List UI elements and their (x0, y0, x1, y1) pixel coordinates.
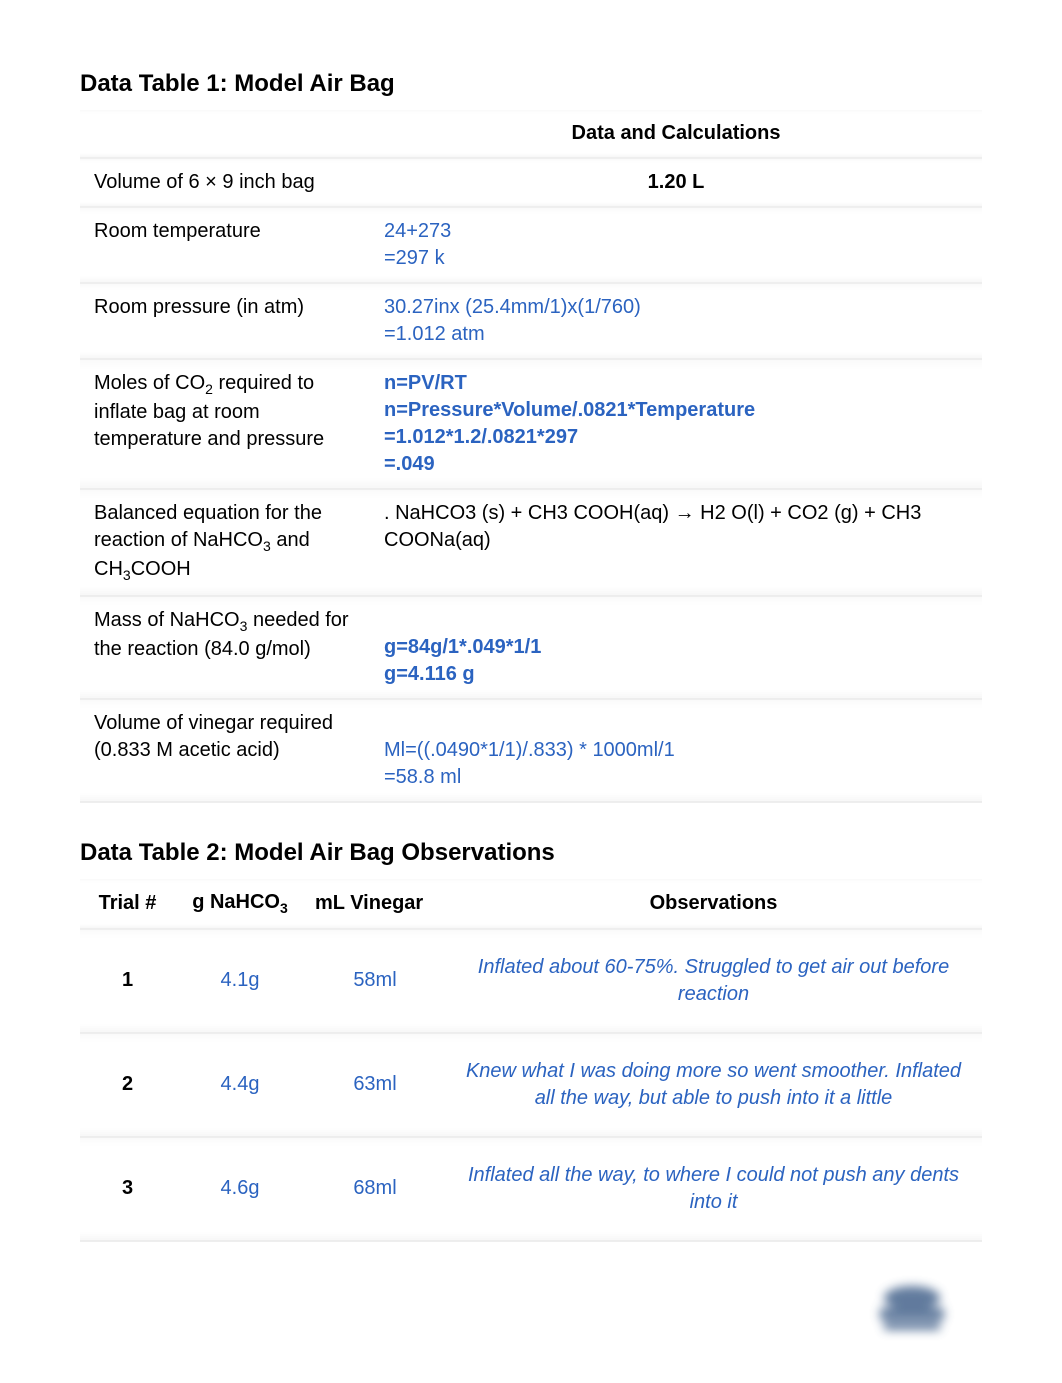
t2-r2-trial: 3 (80, 1138, 175, 1242)
t2-r2-ml: 68ml (305, 1138, 445, 1242)
t2-r0-ml: 58ml (305, 930, 445, 1034)
t1-r7-label: Volume of vinegar required (0.833 M acet… (80, 700, 370, 803)
footer-logo-icon (862, 1278, 962, 1338)
t1-r2-label: Room temperature (80, 208, 370, 284)
t1-r2-value: 24+273 =297 k (370, 208, 982, 284)
t1-r3-label: Room pressure (in atm) (80, 284, 370, 360)
footer-logo-wrap (80, 1278, 982, 1343)
t1-r7-value: Ml=((.0490*1/1)/.833) * 1000ml/1 =58.8 m… (370, 700, 982, 803)
table2-title: Data Table 2: Model Air Bag Observations (80, 839, 982, 867)
t1-r6-value: g=84g/1*.049*1/1 g=4.116 g (370, 597, 982, 700)
t1-r5-label-c: COOH (131, 558, 191, 580)
t1-r4-value: n=PV/RT n=Pressure*Volume/.0821*Temperat… (370, 360, 982, 490)
t1-r3-line2: =1.012 atm (384, 323, 485, 345)
t1-r2-line2: =297 k (384, 247, 445, 269)
t2-r0-obs: Inflated about 60-75%. Struggled to get … (445, 930, 982, 1034)
t2-r0-trial: 1 (80, 930, 175, 1034)
table-row: 3 4.6g 68ml Inflated all the way, to whe… (80, 1138, 982, 1242)
t1-r6-label: Mass of NaHCO3 needed for the reaction (… (80, 597, 370, 700)
table-row: 1 4.1g 58ml Inflated about 60-75%. Strug… (80, 930, 982, 1034)
t2-h-g-a: g NaHCO (192, 891, 280, 913)
t1-r2-line1: 24+273 (384, 220, 451, 242)
t1-r7-line2: =58.8 ml (384, 766, 461, 788)
t1-r7-label-a: Volume of vinegar required (94, 712, 333, 734)
t1-r5-value: . NaHCO3 (s) + CH3 COOH(aq) → H2 O(l) + … (370, 490, 982, 597)
t2-h-ml: mL Vinegar (305, 879, 445, 930)
t1-r6-line1: g=84g/1*.049*1/1 (384, 636, 541, 658)
t1-r4-line3: =1.012*1.2/.0821*297 (384, 426, 578, 448)
data-table-2: Trial # g NaHCO3 mL Vinegar Observations… (80, 879, 982, 1242)
t1-r7-line1: Ml=((.0490*1/1)/.833) * 1000ml/1 (384, 739, 675, 761)
t2-r1-ml: 63ml (305, 1034, 445, 1138)
t2-h-trial: Trial # (80, 879, 175, 930)
t2-h-obs: Observations (445, 879, 982, 930)
t1-r4-label-a: Moles of CO (94, 372, 205, 394)
t1-r3-line1: 30.27inx (25.4mm/1)x(1/760) (384, 296, 641, 318)
t1-r6-line2: g=4.116 g (384, 663, 475, 685)
t1-header-left (80, 110, 370, 159)
t1-r4-label: Moles of CO2 required to inflate bag at … (80, 360, 370, 490)
t2-r2-obs: Inflated all the way, to where I could n… (445, 1138, 982, 1242)
t1-r4-line1: n=PV/RT (384, 372, 467, 394)
t2-r1-g: 4.4g (175, 1034, 305, 1138)
t2-r1-trial: 2 (80, 1034, 175, 1138)
t1-r1-value: 1.20 L (370, 159, 982, 208)
t1-r3-value: 30.27inx (25.4mm/1)x(1/760) =1.012 atm (370, 284, 982, 360)
t1-r4-line4: =.049 (384, 453, 435, 475)
t1-r7-label-b: (0.833 M acetic acid) (94, 739, 280, 761)
t1-r1-label: Volume of 6 × 9 inch bag (80, 159, 370, 208)
table-row: 2 4.4g 63ml Knew what I was doing more s… (80, 1034, 982, 1138)
data-table-1: Data and Calculations Volume of 6 × 9 in… (80, 110, 982, 803)
t1-r5-label: Balanced equation for the reaction of Na… (80, 490, 370, 597)
t1-r6-label-a: Mass of NaHCO (94, 609, 240, 631)
t1-r4-line2: n=Pressure*Volume/.0821*Temperature (384, 399, 755, 421)
t2-r0-g: 4.1g (175, 930, 305, 1034)
t2-h-g: g NaHCO3 (175, 879, 305, 930)
table1-title: Data Table 1: Model Air Bag (80, 70, 982, 98)
t2-r1-obs: Knew what I was doing more so went smoot… (445, 1034, 982, 1138)
t1-header-right: Data and Calculations (370, 110, 982, 159)
t2-r2-g: 4.6g (175, 1138, 305, 1242)
